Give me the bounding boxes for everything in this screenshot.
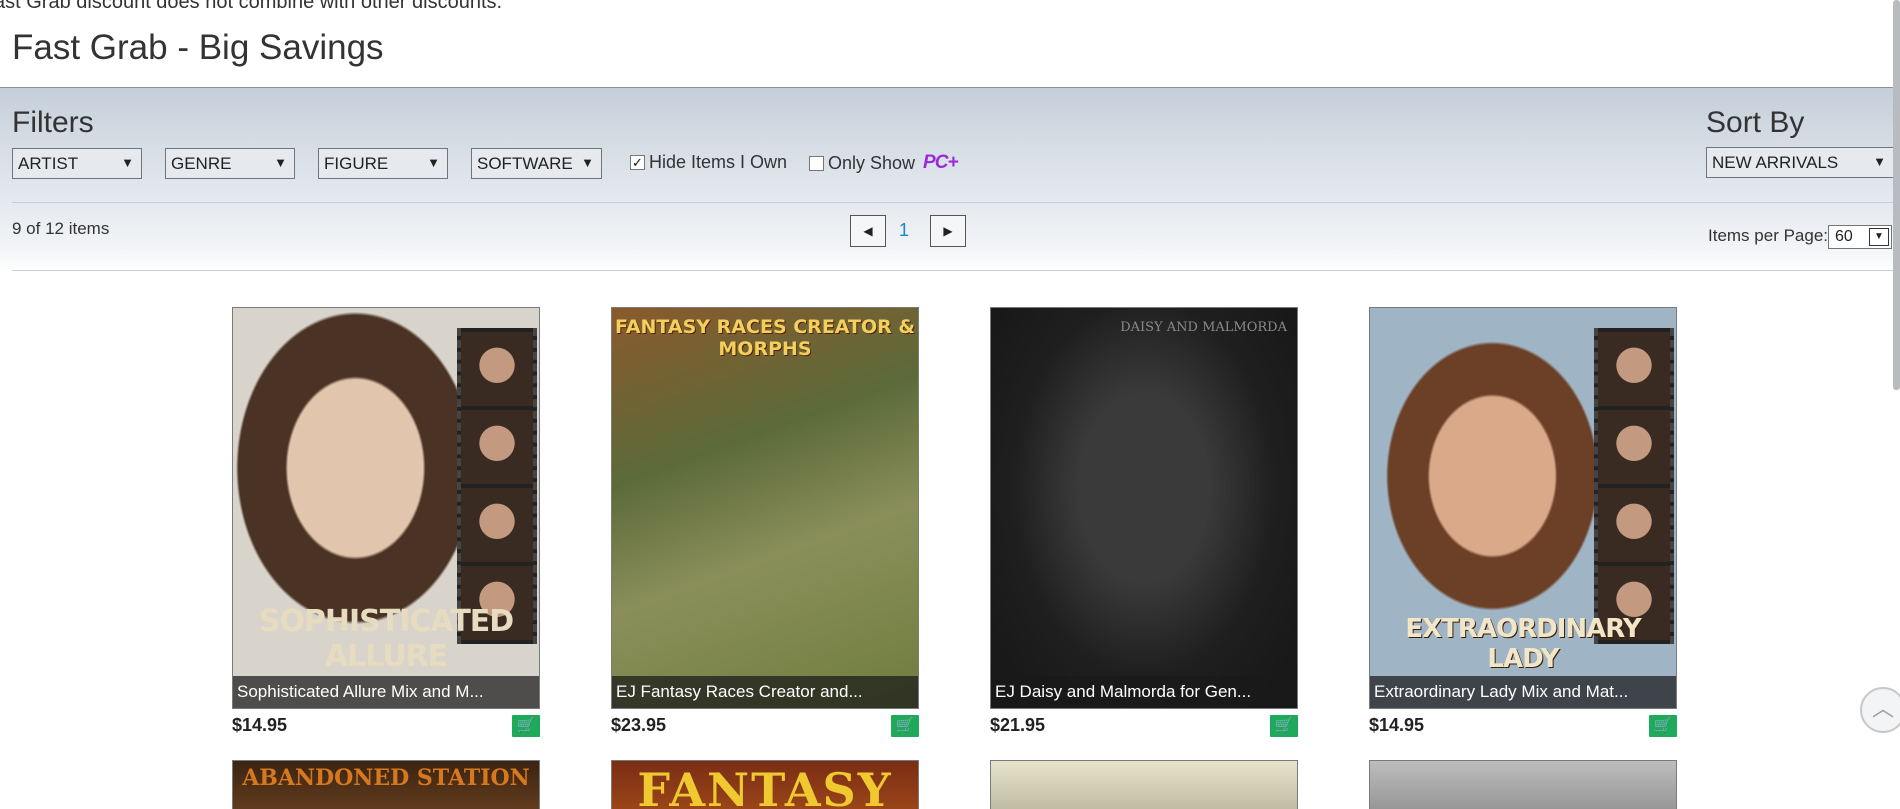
product-card: DAISY AND MALMORDA EJ Daisy and Malmorda… bbox=[990, 307, 1298, 737]
product-thumbnail[interactable]: ABANDONED STATION bbox=[232, 760, 540, 809]
product-caption[interactable]: Extraordinary Lady Mix and Mat... bbox=[1370, 676, 1676, 708]
add-to-cart-button[interactable]: 🛒 bbox=[512, 715, 540, 737]
chevron-up-icon: ︿ bbox=[1871, 696, 1894, 721]
triangle-left-icon: ◀ bbox=[863, 224, 873, 238]
divider bbox=[12, 270, 1900, 271]
product-thumbnail[interactable]: FANTASY bbox=[611, 760, 919, 809]
sort-selected-label: NEW ARRIVALS bbox=[1712, 153, 1839, 172]
discount-note: ast Grab discount does not combine with … bbox=[0, 0, 503, 13]
product-caption[interactable]: EJ Daisy and Malmorda for Gen... bbox=[991, 676, 1297, 708]
back-to-top-button[interactable]: ︿ bbox=[1860, 687, 1900, 733]
artist-filter-label: ARTIST bbox=[18, 154, 79, 173]
product-price: $23.95 bbox=[611, 715, 667, 735]
product-card: SOPHISTICATED ALLURE Sophisticated Allur… bbox=[232, 307, 540, 737]
product-logo-text: EXTRAORDINARY LADY bbox=[1405, 614, 1641, 674]
cart-icon: 🛒 bbox=[895, 717, 915, 734]
caret-down-icon: ▼ bbox=[581, 155, 594, 170]
product-thumbnail[interactable]: DAISY AND MALMORDA EJ Daisy and Malmorda… bbox=[990, 307, 1298, 709]
genre-filter-dropdown[interactable]: GENRE ▼ bbox=[165, 148, 295, 179]
product-thumbnail[interactable] bbox=[990, 760, 1298, 809]
figure-filter-label: FIGURE bbox=[324, 154, 389, 173]
page-title: Fast Grab - Big Savings bbox=[12, 28, 384, 67]
scrollbar-thumb[interactable] bbox=[1893, 0, 1900, 390]
software-filter-dropdown[interactable]: SOFTWARE ▼ bbox=[471, 148, 602, 179]
product-thumbnail[interactable]: SOPHISTICATED ALLURE Sophisticated Allur… bbox=[232, 307, 540, 709]
hide-owned-label: Hide Items I Own bbox=[649, 152, 788, 172]
divider bbox=[12, 202, 1900, 203]
items-count: 9 of 12 items bbox=[12, 219, 110, 238]
chevron-down-icon: ▼ bbox=[1869, 228, 1889, 246]
product-caption[interactable]: Sophisticated Allure Mix and M... bbox=[233, 676, 539, 708]
items-per-page-value: 60 bbox=[1835, 228, 1853, 245]
film-strip-image bbox=[457, 328, 537, 644]
product-price: $14.95 bbox=[1369, 715, 1425, 735]
product-logo-text: DAISY AND MALMORDA bbox=[1120, 320, 1287, 335]
product-card: EXTRAORDINARY LADY Extraordinary Lady Mi… bbox=[1369, 307, 1677, 737]
prev-page-button[interactable]: ◀ bbox=[850, 215, 886, 247]
only-show-label: Only Show bbox=[828, 152, 916, 173]
hide-owned-toggle[interactable]: ✓ Hide Items I Own bbox=[630, 152, 787, 173]
product-price: $21.95 bbox=[990, 715, 1046, 735]
pc-plus-badge: PC+ bbox=[923, 152, 958, 173]
page-number-current[interactable]: 1 bbox=[899, 220, 909, 241]
add-to-cart-button[interactable]: 🛒 bbox=[891, 715, 919, 737]
hide-owned-checkbox[interactable]: ✓ bbox=[630, 155, 645, 170]
software-filter-label: SOFTWARE bbox=[477, 154, 573, 173]
product-logo-text: FANTASY RACES CREATOR & MORPHS bbox=[615, 316, 915, 360]
items-per-page-label: Items per Page: bbox=[1708, 226, 1829, 245]
add-to-cart-button[interactable]: 🛒 bbox=[1649, 715, 1677, 737]
next-page-button[interactable]: ▶ bbox=[930, 215, 966, 247]
caret-down-icon: ▼ bbox=[427, 155, 440, 170]
genre-filter-label: GENRE bbox=[171, 154, 232, 173]
items-per-page-select[interactable]: 60 ▼ bbox=[1828, 225, 1892, 249]
only-show-checkbox[interactable] bbox=[809, 155, 824, 171]
film-strip-image bbox=[1594, 328, 1674, 644]
product-logo-text: SOPHISTICATED ALLURE bbox=[258, 604, 514, 674]
product-thumbnail[interactable]: FANTASY RACES CREATOR & MORPHS EJ Fantas… bbox=[611, 307, 919, 709]
caret-down-icon: ▼ bbox=[274, 155, 287, 170]
product-card: FANTASY RACES CREATOR & MORPHS EJ Fantas… bbox=[611, 307, 919, 737]
caret-down-icon: ▼ bbox=[1873, 154, 1886, 169]
artist-filter-dropdown[interactable]: ARTIST ▼ bbox=[12, 148, 142, 179]
filters-heading: Filters bbox=[12, 106, 94, 139]
figure-filter-dropdown[interactable]: FIGURE ▼ bbox=[318, 148, 448, 179]
cart-icon: 🛒 bbox=[1274, 717, 1294, 734]
product-logo-text: FANTASY bbox=[637, 763, 893, 809]
sort-by-heading: Sort By bbox=[1706, 106, 1805, 139]
product-logo-text: ABANDONED STATION bbox=[242, 765, 530, 791]
cart-icon: 🛒 bbox=[1653, 717, 1673, 734]
sort-dropdown[interactable]: NEW ARRIVALS ▼ bbox=[1706, 147, 1894, 178]
cart-icon: 🛒 bbox=[516, 717, 536, 734]
product-thumbnail[interactable] bbox=[1369, 760, 1677, 809]
triangle-right-icon: ▶ bbox=[943, 224, 953, 238]
add-to-cart-button[interactable]: 🛒 bbox=[1270, 715, 1298, 737]
caret-down-icon: ▼ bbox=[121, 155, 134, 170]
only-show-pcplus-toggle[interactable]: Only Show PC+ bbox=[809, 152, 959, 174]
product-thumbnail[interactable]: EXTRAORDINARY LADY Extraordinary Lady Mi… bbox=[1369, 307, 1677, 709]
product-price: $14.95 bbox=[232, 715, 288, 735]
product-caption[interactable]: EJ Fantasy Races Creator and... bbox=[612, 676, 918, 708]
